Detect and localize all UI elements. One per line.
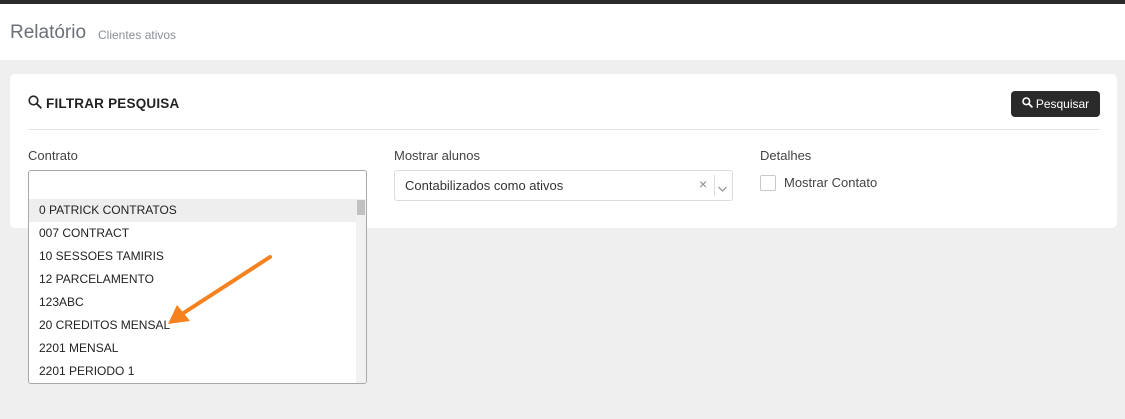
show-students-select[interactable]: Contabilizados como ativos × [394,170,733,201]
contract-search-input[interactable] [29,171,366,199]
divider [28,129,1100,130]
annotation-arrow [168,255,272,324]
contract-option[interactable]: 2201 PERIODO 1 [29,360,356,383]
filter-title: FILTRAR PESQUISA [28,95,179,112]
show-contact-checkbox[interactable] [760,175,776,191]
contract-option[interactable]: 007 CONTRACT [29,222,356,245]
search-icon [1022,97,1033,111]
contract-label: Contrato [28,148,78,163]
show-contact-label: Mostrar Contato [784,175,878,190]
page-title: Relatório [10,22,87,43]
show-students-label: Mostrar alunos [394,148,480,163]
contract-option[interactable]: 2201 MENSAL [29,337,356,360]
page-subtitle: Clientes ativos [98,28,177,42]
select-separator [714,175,715,196]
clear-icon[interactable]: × [699,176,707,192]
show-students-value: Contabilizados como ativos [405,178,564,193]
filter-title-text: FILTRAR PESQUISA [46,96,180,111]
contract-option[interactable]: 0 PATRICK CONTRATOS [29,199,356,222]
search-icon [28,95,42,112]
search-button-label: Pesquisar [1035,97,1090,111]
search-button[interactable]: Pesquisar [1011,91,1100,117]
details-label: Detalhes [760,148,812,163]
page-header: Relatório Clientes ativos [0,4,1125,60]
chevron-down-icon[interactable] [717,180,728,198]
listbox-scrollbar[interactable] [356,199,366,383]
scrollbar-thumb[interactable] [357,200,365,215]
